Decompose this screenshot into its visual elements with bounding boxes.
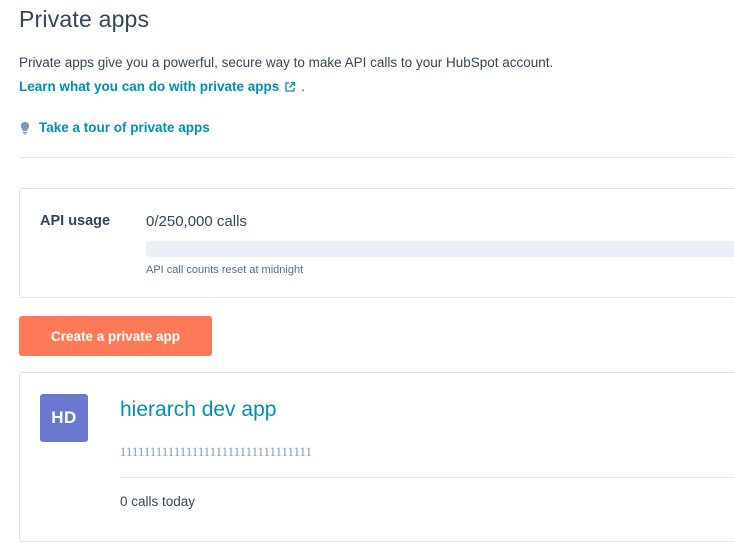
tour-label: Take a tour of private apps <box>39 120 210 135</box>
app-card-divider <box>120 477 734 478</box>
api-usage-label: API usage <box>40 213 111 229</box>
external-link-icon <box>285 81 296 92</box>
api-usage-card: API usage 0/250,000 calls API call count… <box>19 188 734 298</box>
api-usage-value: 0/250,000 calls <box>146 213 247 230</box>
app-calls-today: 0 calls today <box>120 494 196 509</box>
create-private-app-button[interactable]: Create a private app <box>19 316 212 356</box>
learn-more-label: Learn what you can do with private apps <box>19 79 280 94</box>
learn-more-period: . <box>301 79 306 94</box>
section-divider <box>19 157 734 158</box>
learn-more-link[interactable]: Learn what you can do with private apps … <box>19 79 305 94</box>
page-title: Private apps <box>19 6 150 32</box>
api-usage-progress-bar <box>146 241 734 257</box>
api-usage-note: API call counts reset at midnight <box>146 264 304 276</box>
tour-link[interactable]: Take a tour of private apps <box>19 120 210 135</box>
app-name-link[interactable]: hierarch dev app <box>120 398 276 422</box>
lightbulb-icon <box>20 121 30 134</box>
app-id: 11111111111111111111111111111111 <box>120 445 313 459</box>
app-card: HD hierarch dev app 11111111111111111111… <box>19 372 734 542</box>
page-description: Private apps give you a powerful, secure… <box>19 55 554 70</box>
app-avatar: HD <box>40 394 88 442</box>
